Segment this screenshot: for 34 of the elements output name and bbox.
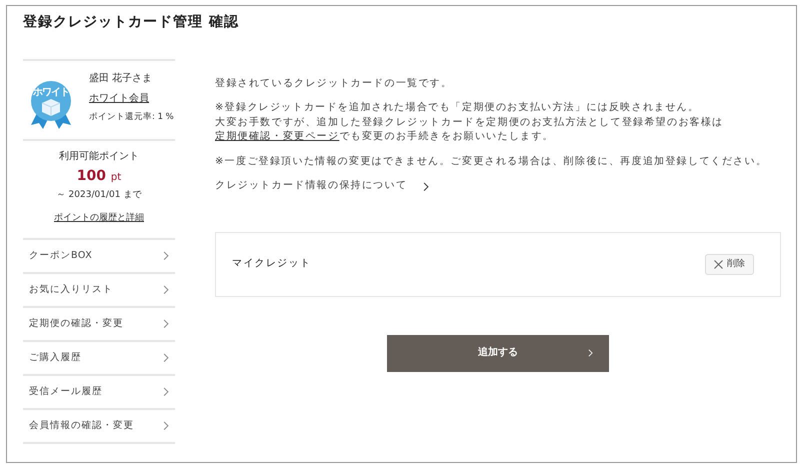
member-rank-link[interactable]: ホワイト会員 <box>89 90 174 106</box>
menu-item[interactable]: ご購入履歴 <box>23 340 175 374</box>
intro-text: 登録されているクレジットカードの一覧です。 <box>215 76 454 91</box>
points-history-link[interactable]: ポイントの履歴と詳細 <box>54 212 144 226</box>
point-rate: ポイント還元率: 1 % <box>89 110 174 124</box>
menu-item[interactable]: 会員情報の確認・変更 <box>23 408 175 442</box>
chevron-right-icon <box>163 285 169 295</box>
badge-label: ホワイト <box>32 88 70 98</box>
chevron-right-icon <box>163 251 169 261</box>
chevron-right-icon <box>163 421 169 431</box>
retention-link[interactable]: クレジットカード情報の保持について <box>215 179 430 194</box>
menu-item[interactable]: 定期便の確認・変更 <box>23 306 175 340</box>
chevron-right-icon <box>163 353 169 363</box>
page-title: 登録クレジットカード管理 確認 <box>22 13 240 31</box>
points-expiry: ～ 2023/01/01 まで <box>56 188 142 202</box>
delete-button[interactable]: 削除 <box>705 254 754 275</box>
chevron-right-icon <box>163 387 169 397</box>
notice-paragraph: ※登録クレジットカードを追加された場合でも「定期便のお支払い方法」には反映されません。 大変お手数ですが、追加した登録クレジットカードを定期便のお支払方法として登録希望のお客様は 定期便確認・変更ページ でも変更のお手続きをお願いいたします。 <box>215 101 724 144</box>
chevron-right-icon <box>423 182 430 192</box>
add-button[interactable]: 追加する <box>387 334 609 372</box>
menu-item[interactable]: お気に入りリスト <box>23 272 175 306</box>
chevron-right-icon <box>163 319 169 329</box>
menu-item[interactable]: 受信メール履歴 <box>23 374 175 408</box>
points-label: 利用可能ポイント <box>59 150 139 164</box>
chevron-right-icon <box>588 348 593 357</box>
notice-text: ※一度ご登録頂いた情報の変更はできません。ご変更される場合は、削除後に、再度追加登録してください。 <box>215 154 768 169</box>
close-icon <box>714 260 723 269</box>
points-unit: pt <box>110 172 122 183</box>
medal-icon <box>29 78 73 129</box>
member-name: 盛田 花子さま <box>89 72 154 86</box>
menu-item[interactable]: クーポンBOX <box>23 238 175 272</box>
card-name: マイクレジット <box>232 257 312 272</box>
subscription-page-link[interactable]: 定期便確認・変更ページ <box>215 131 340 142</box>
points-value: 100 <box>76 168 106 184</box>
